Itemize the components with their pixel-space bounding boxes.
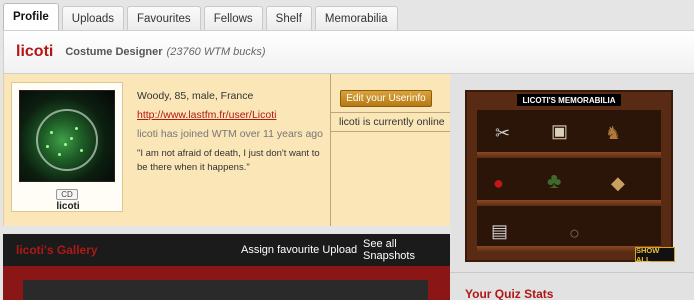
show-all-button[interactable]: SHOW ALL <box>635 246 675 264</box>
toaster-icon[interactable]: ▤ <box>491 222 508 240</box>
joined-text: licoti has joined WTM over 11 years ago <box>137 128 323 140</box>
tab-favourites[interactable]: Favourites <box>127 6 201 30</box>
gallery-bar: licoti's Gallery Assign favourite Upload… <box>3 234 450 266</box>
bucks-count: (23760 WTM bucks) <box>166 46 266 58</box>
tab-memorabilia[interactable]: Memorabilia <box>314 6 398 30</box>
memorabilia-title: LICOTI'S MEMORABILIA <box>517 94 621 106</box>
user-details: Woody, 85, male, France http://www.lastf… <box>137 90 327 175</box>
ornament-icon[interactable]: ◆ <box>611 174 625 192</box>
user-actions: Edit your Userinfo licoti is currently o… <box>330 74 452 226</box>
tab-fellows[interactable]: Fellows <box>203 6 263 30</box>
deer-figurine-icon[interactable]: ♞ <box>605 124 621 142</box>
avatar[interactable] <box>19 90 115 182</box>
memorabilia-shelf[interactable]: LICOTI'S MEMORABILIA ✂ ▣ ♞ ● ♣ ◆ ▤ ○ SHO… <box>465 90 675 264</box>
gallery-title: licoti's Gallery <box>16 243 98 257</box>
gallery-preview <box>3 266 450 300</box>
razor-icon[interactable]: ✂ <box>495 124 510 142</box>
see-all-snapshots-link[interactable]: See all Snapshots <box>363 238 450 262</box>
tab-profile[interactable]: Profile <box>3 3 59 30</box>
tab-shelf[interactable]: Shelf <box>265 6 312 30</box>
gremlin-figurine-icon[interactable]: ♣ <box>547 170 561 192</box>
avatar-name: licoti <box>56 201 80 212</box>
gallery-image[interactable] <box>23 280 428 300</box>
user-bio: Woody, 85, male, France <box>137 90 254 102</box>
avatar-card: CD licoti <box>11 82 123 212</box>
profile-tabs: Profile Uploads Favourites Fellows Shelf… <box>0 0 694 30</box>
ring-icon[interactable]: ○ <box>569 224 580 242</box>
edit-userinfo-button[interactable]: Edit your Userinfo <box>340 90 432 107</box>
user-quote: "I am not afraid of death, I just don't … <box>137 148 320 173</box>
user-info-panel: CD licoti Woody, 85, male, France http:/… <box>3 74 452 226</box>
red-hat-icon[interactable]: ● <box>493 174 504 192</box>
profile-header: licoti Costume Designer (23760 WTM bucks… <box>3 30 694 74</box>
memorabilia-panel: LICOTI'S MEMORABILIA ✂ ▣ ♞ ● ♣ ◆ ▤ ○ SHO… <box>450 74 694 300</box>
picture-frame-icon[interactable]: ▣ <box>551 122 568 140</box>
user-role: Costume Designer <box>65 46 163 58</box>
quiz-stats-title: Your Quiz Stats <box>465 287 554 300</box>
page-title: licoti <box>16 43 54 60</box>
tab-uploads[interactable]: Uploads <box>61 6 124 30</box>
rank-badge: CD <box>56 189 78 200</box>
assign-favourite-upload-link[interactable]: Assign favourite Upload <box>241 244 357 256</box>
online-status: licoti is currently online <box>331 112 452 132</box>
divider <box>450 272 694 273</box>
user-website-link[interactable]: http://www.lastfm.fr/user/Licoti <box>137 109 327 121</box>
